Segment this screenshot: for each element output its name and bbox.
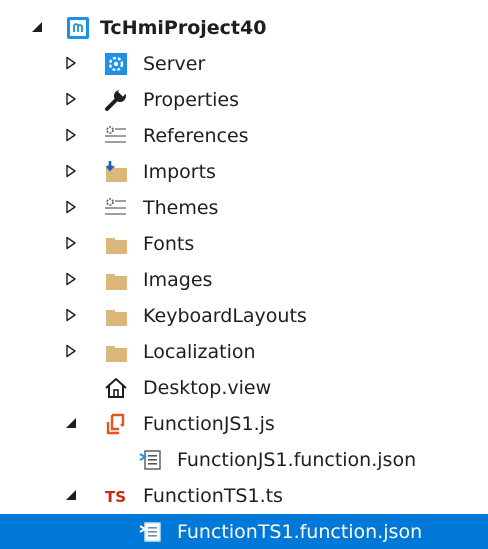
- tree-item-label: Images: [143, 269, 213, 291]
- ts-icon-text: TS: [105, 488, 126, 506]
- references-icon: [104, 118, 128, 154]
- tree-item-label: KeyboardLayouts: [143, 305, 307, 327]
- tree-item-label: Localization: [143, 341, 256, 363]
- imports-folder-icon: [104, 154, 128, 190]
- tree-item-function-js-json[interactable]: FunctionJS1.function.json: [0, 442, 488, 478]
- home-icon: [104, 370, 128, 406]
- tree-item-function-ts-json[interactable]: FunctionTS1.function.json: [0, 514, 488, 549]
- tree-item-function-ts[interactable]: TS FunctionTS1.ts: [0, 478, 488, 514]
- expand-arrow-icon[interactable]: [64, 298, 80, 334]
- collapse-arrow-icon[interactable]: [64, 478, 80, 514]
- tree-item-localization[interactable]: Localization: [0, 334, 488, 370]
- json-file-icon: [138, 442, 162, 478]
- expand-arrow-icon[interactable]: [64, 46, 80, 82]
- tree-item-desktop-view[interactable]: Desktop.view: [0, 370, 488, 406]
- expand-arrow-icon[interactable]: [64, 82, 80, 118]
- tree-item-label: Imports: [143, 161, 216, 183]
- tree-item-fonts[interactable]: Fonts: [0, 226, 488, 262]
- tree-item-label: FunctionJS1.js: [143, 413, 275, 435]
- folder-icon: [104, 262, 128, 298]
- expand-arrow-icon[interactable]: [64, 226, 80, 262]
- tree-item-label: FunctionJS1.function.json: [177, 449, 417, 471]
- expand-arrow-icon[interactable]: [64, 334, 80, 370]
- tree-item-label: TcHmiProject40: [100, 17, 267, 39]
- expand-arrow-icon[interactable]: [64, 118, 80, 154]
- tree-item-label: Themes: [143, 197, 219, 219]
- tree-item-server[interactable]: Server: [0, 46, 488, 82]
- tree-item-keyboard-layouts[interactable]: KeyboardLayouts: [0, 298, 488, 334]
- wrench-icon: [104, 82, 128, 118]
- collapse-arrow-icon[interactable]: [30, 10, 46, 46]
- tree-item-references[interactable]: References: [0, 118, 488, 154]
- tree-item-properties[interactable]: Properties: [0, 82, 488, 118]
- tree-item-label: Server: [143, 53, 206, 75]
- expand-arrow-icon[interactable]: [64, 190, 80, 226]
- collapse-arrow-icon[interactable]: [64, 406, 80, 442]
- json-file-icon: [138, 514, 162, 549]
- folder-icon: [104, 334, 128, 370]
- hmi-project-icon: [66, 10, 90, 46]
- tree-item-imports[interactable]: Imports: [0, 154, 488, 190]
- folder-icon: [104, 226, 128, 262]
- folder-icon: [104, 298, 128, 334]
- solution-explorer-tree: TcHmiProject40 Server Properties Referen…: [0, 0, 488, 549]
- tree-item-label: Properties: [143, 89, 240, 111]
- tree-item-themes[interactable]: Themes: [0, 190, 488, 226]
- tree-item-label: References: [143, 125, 249, 147]
- server-gear-icon: [104, 46, 128, 82]
- tree-item-label: Desktop.view: [143, 377, 272, 399]
- expand-arrow-icon[interactable]: [64, 154, 80, 190]
- tree-item-function-js[interactable]: FunctionJS1.js: [0, 406, 488, 442]
- expand-arrow-icon[interactable]: [64, 262, 80, 298]
- tree-item-label: FunctionTS1.ts: [143, 485, 283, 507]
- js-function-icon: [104, 406, 128, 442]
- themes-icon: [104, 190, 128, 226]
- tree-item-label: Fonts: [143, 233, 195, 255]
- tree-item-images[interactable]: Images: [0, 262, 488, 298]
- tree-item-project[interactable]: TcHmiProject40: [0, 10, 488, 46]
- ts-icon: TS: [104, 478, 128, 514]
- tree-item-label: FunctionTS1.function.json: [177, 521, 423, 543]
